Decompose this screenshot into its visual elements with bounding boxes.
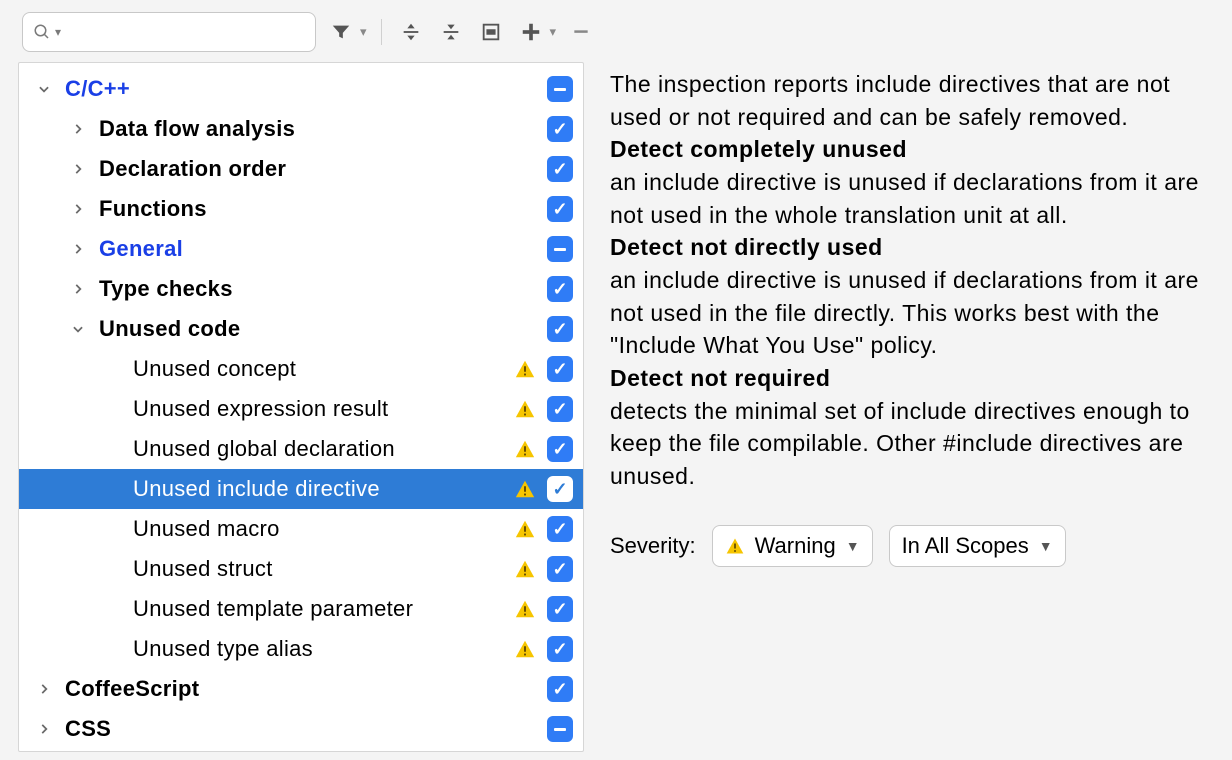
- description-heading-2: Detect not directly used: [610, 231, 1202, 264]
- inspection-checkbox[interactable]: ✓: [547, 556, 573, 582]
- tree-row[interactable]: Unused global declaration ✓: [19, 429, 583, 469]
- tree-row[interactable]: Data flow analysis ✓: [19, 109, 583, 149]
- search-box[interactable]: ▾: [22, 12, 316, 52]
- inspection-checkbox[interactable]: [547, 236, 573, 262]
- tree-row-label: Unused template parameter: [133, 596, 513, 622]
- tree-row[interactable]: General: [19, 229, 583, 269]
- chevron-right-icon[interactable]: [69, 242, 87, 256]
- chevron-down-icon: ▼: [1039, 538, 1053, 554]
- chevron-right-icon[interactable]: [69, 202, 87, 216]
- inspection-checkbox[interactable]: ✓: [547, 316, 573, 342]
- tree-row-label: General: [99, 236, 513, 262]
- inspection-checkbox[interactable]: ✓: [547, 196, 573, 222]
- description-panel: The inspection reports include directive…: [610, 62, 1214, 752]
- add-button[interactable]: [516, 17, 546, 47]
- inspection-checkbox[interactable]: ✓: [547, 596, 573, 622]
- tree-row-label: Functions: [99, 196, 513, 222]
- warning-icon: [513, 638, 537, 660]
- warning-icon: [513, 478, 537, 500]
- chevron-down-icon: ▾: [550, 24, 557, 40]
- description-body-1: an include directive is unused if declar…: [610, 166, 1202, 231]
- tree-row-label: CSS: [65, 716, 513, 742]
- inspection-checkbox[interactable]: ✓: [547, 276, 573, 302]
- tree-row-label: Unused type alias: [133, 636, 513, 662]
- chevron-down-icon: ▼: [846, 538, 860, 554]
- description-intro: The inspection reports include directive…: [610, 68, 1202, 133]
- chevron-right-icon[interactable]: [69, 122, 87, 136]
- toolbar-separator: [381, 19, 382, 45]
- tree-row[interactable]: Unused expression result ✓: [19, 389, 583, 429]
- warning-icon: [513, 518, 537, 540]
- tree-row-label: Data flow analysis: [99, 116, 513, 142]
- inspection-checkbox[interactable]: ✓: [547, 676, 573, 702]
- chevron-right-icon[interactable]: [35, 682, 53, 696]
- search-input[interactable]: [67, 21, 332, 44]
- tree-row[interactable]: Unused concept ✓: [19, 349, 583, 389]
- warning-icon: [513, 398, 537, 420]
- tree-row[interactable]: Type checks ✓: [19, 269, 583, 309]
- scope-combo[interactable]: In All Scopes ▼: [889, 525, 1066, 567]
- tree-row-label: Unused global declaration: [133, 436, 513, 462]
- severity-label: Severity:: [610, 533, 696, 559]
- tree-row[interactable]: Unused code ✓: [19, 309, 583, 349]
- inspection-checkbox[interactable]: [547, 76, 573, 102]
- filter-button[interactable]: [326, 17, 356, 47]
- tree-row[interactable]: Functions ✓: [19, 189, 583, 229]
- chevron-down-icon[interactable]: [69, 322, 87, 336]
- description-heading-3: Detect not required: [610, 362, 1202, 395]
- collapse-all-button[interactable]: [436, 17, 466, 47]
- tree-row-label: Unused code: [99, 316, 513, 342]
- tree-row[interactable]: Unused include directive ✓: [19, 469, 583, 509]
- inspection-checkbox[interactable]: ✓: [547, 356, 573, 382]
- warning-icon: [513, 598, 537, 620]
- chevron-down-icon: ▾: [360, 24, 367, 40]
- tree-row[interactable]: CoffeeScript ✓: [19, 669, 583, 709]
- severity-combo[interactable]: Warning ▼: [712, 525, 873, 567]
- inspection-checkbox[interactable]: ✓: [547, 116, 573, 142]
- chevron-right-icon[interactable]: [69, 282, 87, 296]
- tree-row[interactable]: Unused template parameter ✓: [19, 589, 583, 629]
- warning-icon: [513, 358, 537, 380]
- description-body-2: an include directive is unused if declar…: [610, 264, 1202, 362]
- tree-row-label: Unused macro: [133, 516, 513, 542]
- inspection-checkbox[interactable]: ✓: [547, 396, 573, 422]
- inspection-tree[interactable]: C/C++Data flow analysis✓Declaration orde…: [18, 62, 584, 752]
- warning-icon: [513, 558, 537, 580]
- reset-button[interactable]: [476, 17, 506, 47]
- scope-value: In All Scopes: [902, 533, 1029, 559]
- inspection-checkbox[interactable]: ✓: [547, 156, 573, 182]
- toolbar: ▾ ▾ ▾: [8, 4, 1224, 62]
- chevron-right-icon[interactable]: [69, 162, 87, 176]
- tree-row[interactable]: CSS: [19, 709, 583, 749]
- chevron-down-icon[interactable]: ▾: [55, 25, 61, 39]
- warning-icon: [513, 438, 537, 460]
- tree-row-label: CoffeeScript: [65, 676, 513, 702]
- description-body-3: detects the minimal set of include direc…: [610, 395, 1202, 493]
- tree-row-label: C/C++: [65, 76, 513, 102]
- chevron-right-icon[interactable]: [35, 722, 53, 736]
- remove-button[interactable]: [566, 17, 596, 47]
- severity-value: Warning: [755, 533, 836, 559]
- tree-row[interactable]: Unused struct ✓: [19, 549, 583, 589]
- tree-row-label: Unused include directive: [133, 476, 513, 502]
- inspection-checkbox[interactable]: ✓: [547, 476, 573, 502]
- tree-row-label: Unused concept: [133, 356, 513, 382]
- inspection-checkbox[interactable]: ✓: [547, 516, 573, 542]
- description-heading-1: Detect completely unused: [610, 133, 1202, 166]
- chevron-down-icon[interactable]: [35, 82, 53, 96]
- search-icon: [33, 23, 51, 41]
- tree-row[interactable]: Declaration order ✓: [19, 149, 583, 189]
- inspection-checkbox[interactable]: [547, 716, 573, 742]
- inspection-checkbox[interactable]: ✓: [547, 636, 573, 662]
- expand-all-button[interactable]: [396, 17, 426, 47]
- tree-row-label: Declaration order: [99, 156, 513, 182]
- tree-row-label: Unused expression result: [133, 396, 513, 422]
- tree-row-label: Unused struct: [133, 556, 513, 582]
- warning-icon: [725, 536, 745, 556]
- tree-row[interactable]: C/C++: [19, 69, 583, 109]
- tree-row[interactable]: Unused type alias ✓: [19, 629, 583, 669]
- inspection-checkbox[interactable]: ✓: [547, 436, 573, 462]
- tree-row[interactable]: Unused macro ✓: [19, 509, 583, 549]
- tree-row-label: Type checks: [99, 276, 513, 302]
